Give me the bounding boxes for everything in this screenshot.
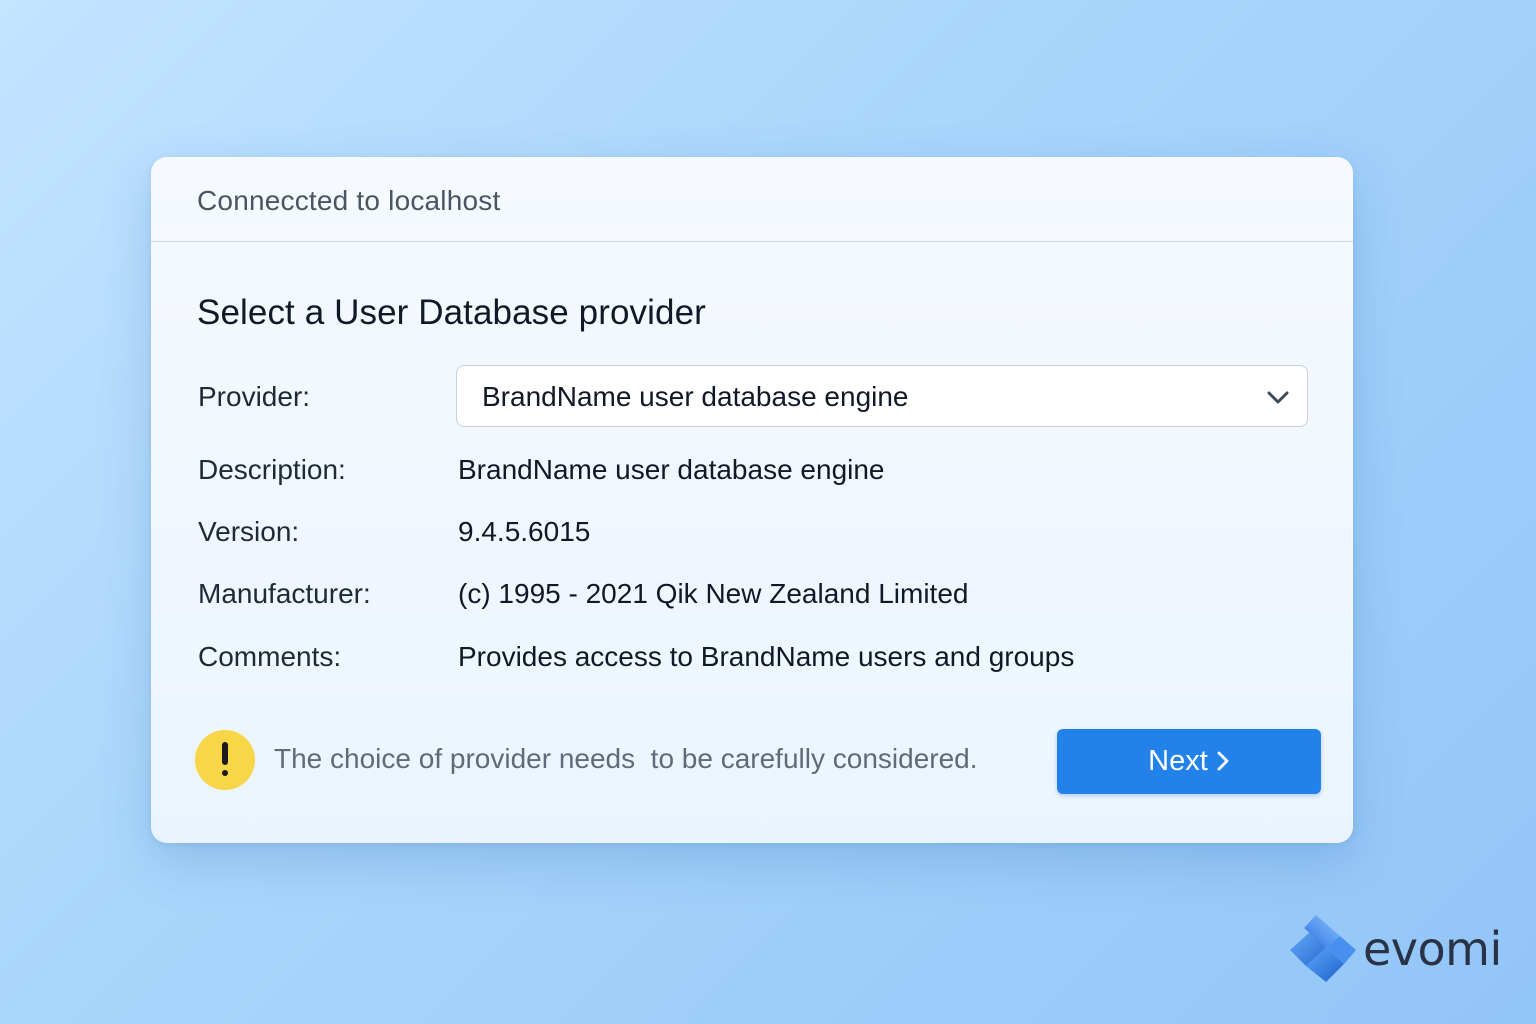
connection-status: Connecc­ted to localhost: [197, 185, 501, 216]
evomi-logo: evomi: [1282, 912, 1512, 992]
manufacturer-value: (c) 1995 - 2021 Qik New Zealand Limited: [458, 578, 969, 609]
page-title: Select a User Database provider: [197, 293, 706, 332]
evomi-logo-text: evomi: [1363, 922, 1502, 976]
chevron-down-icon: [1267, 391, 1289, 404]
manufacturer-label: Manufacturer:: [198, 578, 371, 609]
description-value: BrandName user database engine: [458, 454, 885, 485]
provider-select[interactable]: BrandName user database engine: [456, 365, 1308, 427]
next-button-label: Next: [1148, 745, 1208, 777]
exclamation-icon: [195, 730, 255, 790]
evomi-logo-icon: [1290, 915, 1356, 982]
version-value: 9.4.5.6015: [458, 516, 591, 547]
provider-select-value: BrandName user database engine: [482, 381, 909, 412]
dialog-header: Connecc­ted to localhost: [151, 157, 1353, 242]
warning-message: The choice of provider needs to be caref…: [274, 743, 978, 774]
comments-label: Comments:: [198, 641, 342, 672]
comments-value: Provides access to BrandName users and g…: [458, 641, 1075, 672]
version-label: Version:: [198, 516, 300, 547]
description-label: Description:: [198, 454, 346, 485]
chevron-right-icon: [1217, 751, 1229, 771]
next-button[interactable]: Next: [1057, 729, 1321, 794]
provider-label: Provider:: [198, 381, 311, 412]
provider-dialog: Connecc­ted to localhost Select a User D…: [151, 157, 1353, 843]
